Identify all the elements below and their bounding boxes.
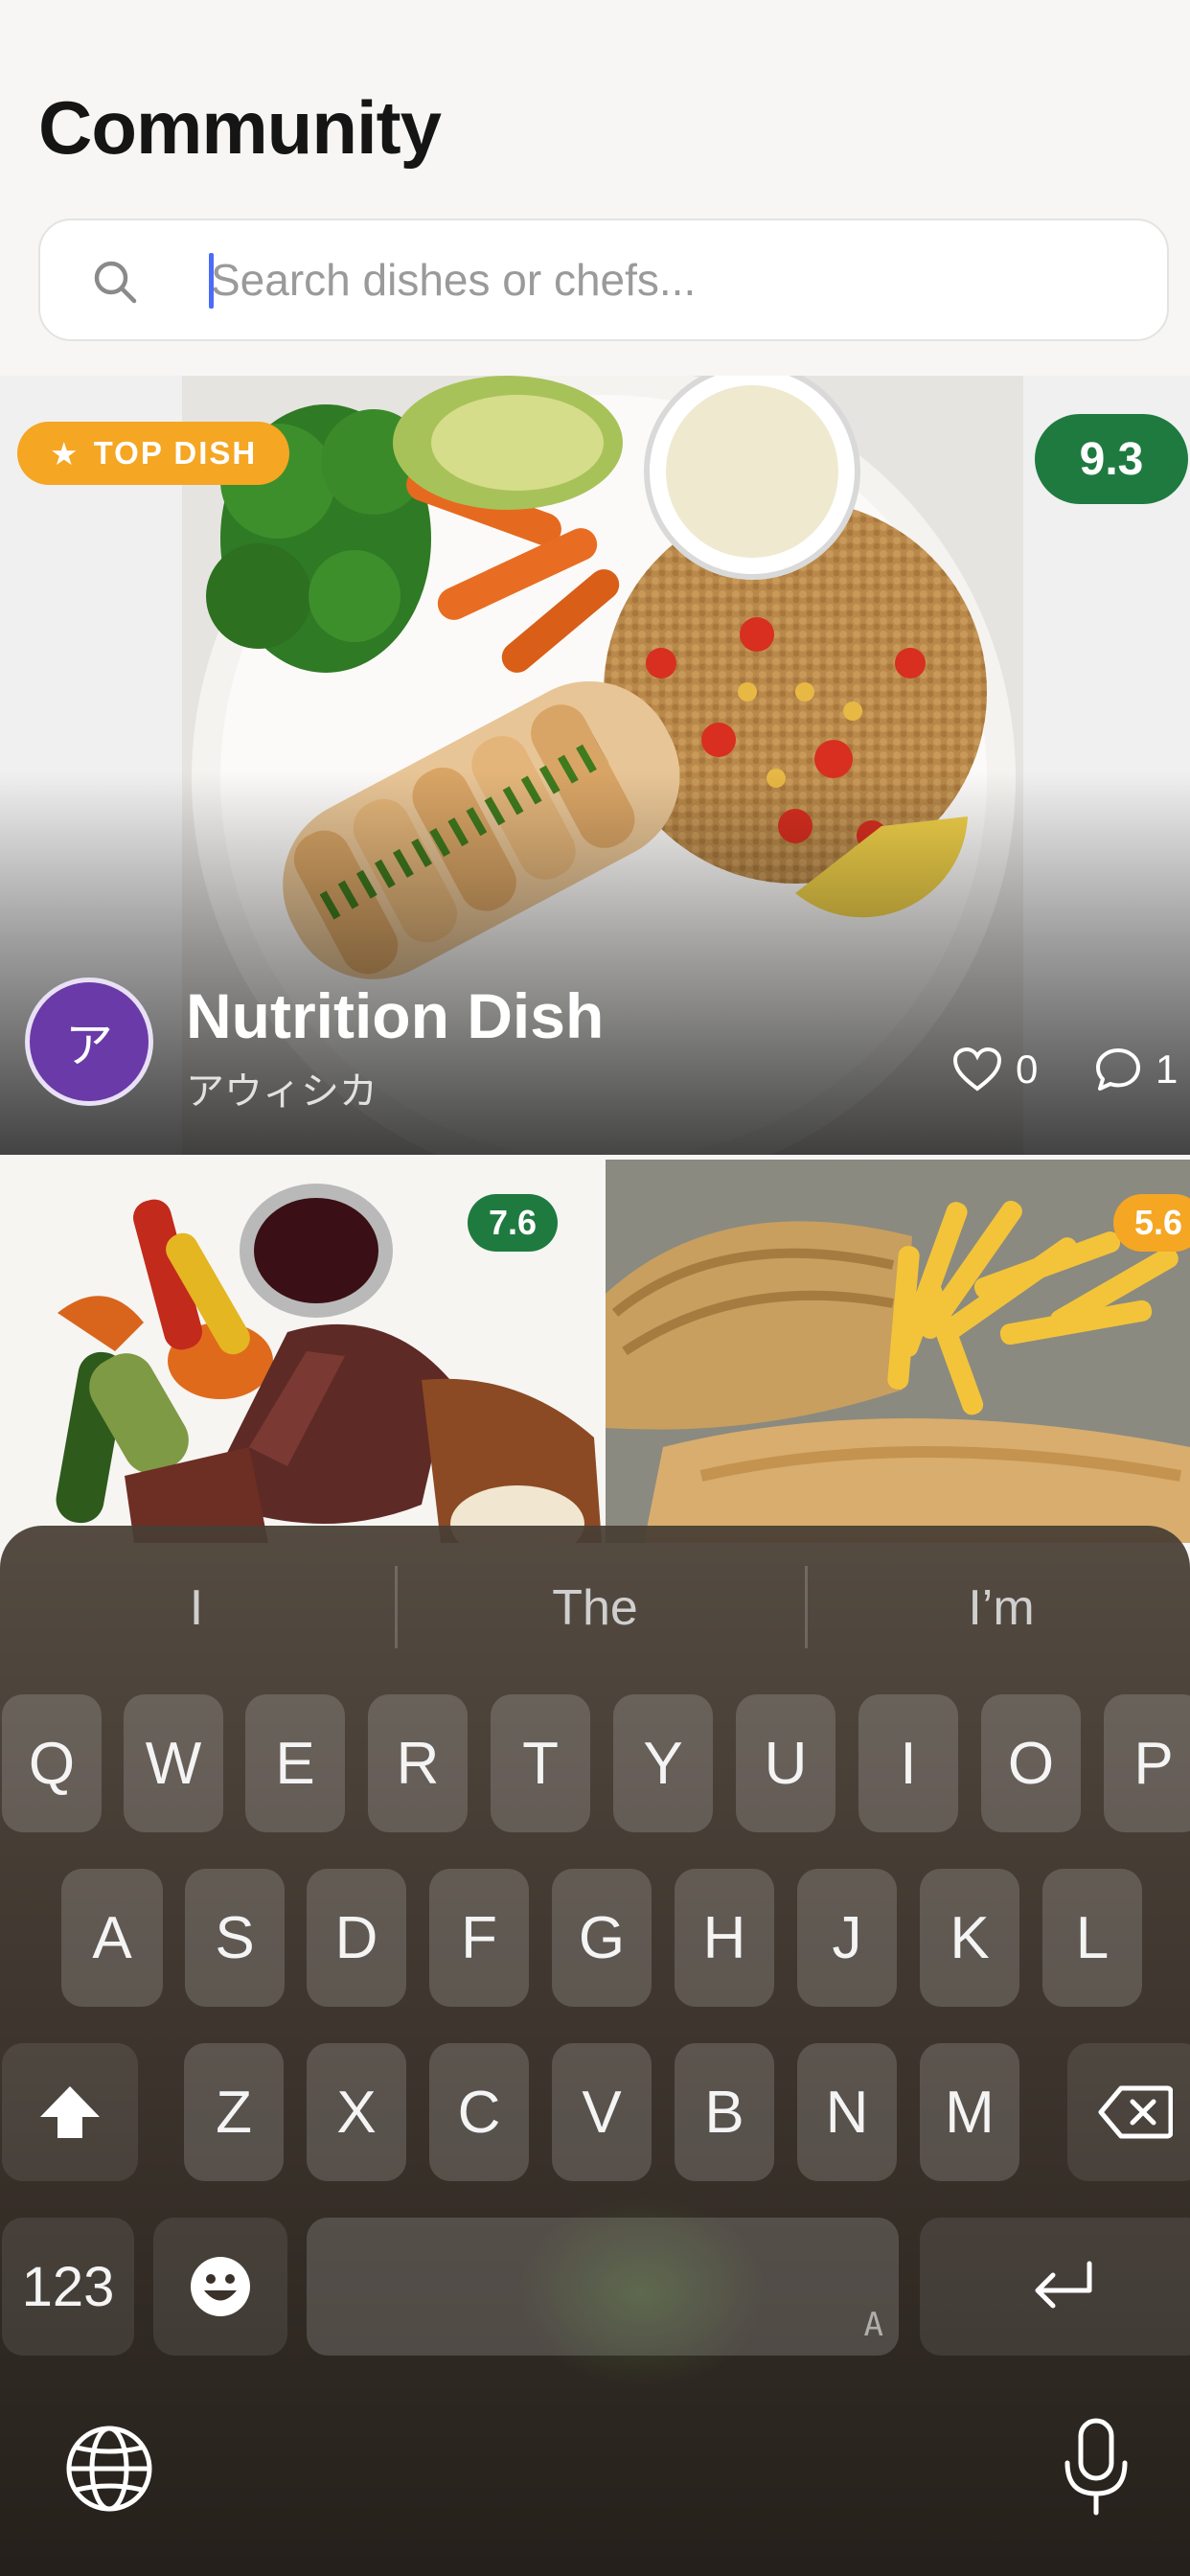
search-input[interactable] <box>211 220 1131 339</box>
key-k[interactable]: K <box>920 1869 1019 2007</box>
page-title: Community <box>38 85 442 170</box>
emoji-icon <box>191 2257 250 2316</box>
key-s[interactable]: S <box>185 1869 285 2007</box>
image-gradient-overlay <box>0 771 1190 1155</box>
numbers-key[interactable]: 123 <box>2 2218 134 2356</box>
suggestion-divider <box>395 1566 398 1648</box>
suggestion-3[interactable]: I’m <box>805 1560 1190 1656</box>
key-w[interactable]: W <box>124 1694 223 1832</box>
avatar[interactable]: ア <box>25 978 153 1106</box>
sandwich-dish-image <box>606 1160 1190 1543</box>
key-v[interactable]: V <box>552 2043 652 2181</box>
shift-icon <box>40 2086 100 2138</box>
key-c[interactable]: C <box>429 2043 529 2181</box>
key-r[interactable]: R <box>368 1694 468 1832</box>
dish-grid: 7.6 5.6 <box>0 1160 1190 1543</box>
key-e[interactable]: E <box>245 1694 345 1832</box>
key-y[interactable]: Y <box>613 1694 713 1832</box>
return-key[interactable] <box>920 2218 1190 2356</box>
emoji-key[interactable] <box>153 2218 287 2356</box>
key-p[interactable]: P <box>1104 1694 1190 1832</box>
key-g[interactable]: G <box>552 1869 652 2007</box>
key-f[interactable]: F <box>429 1869 529 2007</box>
microphone-icon <box>1064 2418 1128 2516</box>
comment-count: 1 <box>1156 1046 1179 1092</box>
text-caret <box>209 253 214 309</box>
space-key[interactable]: A <box>307 2218 899 2356</box>
key-h[interactable]: H <box>675 1869 774 2007</box>
key-o[interactable]: O <box>981 1694 1081 1832</box>
rating-badge: 9.3 <box>1035 414 1188 504</box>
search-bar[interactable] <box>38 218 1169 341</box>
comment-button[interactable]: 1 <box>1094 1046 1178 1092</box>
comment-icon <box>1096 1048 1140 1091</box>
key-u[interactable]: U <box>736 1694 835 1832</box>
top-dish-label: TOP DISH <box>93 435 258 471</box>
dictation-button[interactable] <box>1060 2417 1133 2517</box>
dish-card-steak[interactable]: 7.6 <box>0 1160 602 1543</box>
like-button[interactable]: 0 <box>952 1046 1038 1092</box>
heart-icon <box>952 1046 1002 1092</box>
key-d[interactable]: D <box>307 1869 406 2007</box>
key-x[interactable]: X <box>307 2043 406 2181</box>
return-icon <box>1035 2261 1092 2309</box>
key-j[interactable]: J <box>797 1869 897 2007</box>
search-icon <box>94 261 137 304</box>
key-z[interactable]: Z <box>184 2043 284 2181</box>
key-n[interactable]: N <box>797 2043 897 2181</box>
chef-name[interactable]: アウィシカ <box>186 1060 378 1116</box>
star-icon: ★ <box>50 435 80 472</box>
key-t[interactable]: T <box>491 1694 590 1832</box>
rating-badge: 5.6 <box>1113 1194 1190 1252</box>
key-a[interactable]: A <box>61 1869 163 2007</box>
header: Community <box>0 0 1190 376</box>
suggestion-1[interactable]: I <box>0 1560 393 1656</box>
globe-icon <box>66 2426 152 2512</box>
dish-title[interactable]: Nutrition Dish <box>186 979 604 1052</box>
key-q[interactable]: Q <box>2 1694 102 1832</box>
globe-button[interactable] <box>63 2423 155 2515</box>
dish-card-sandwich[interactable]: 5.6 <box>606 1160 1190 1543</box>
suggestion-2[interactable]: The <box>399 1560 791 1656</box>
top-dish-badge: ★ TOP DISH <box>17 422 290 485</box>
delete-key[interactable] <box>1067 2043 1190 2181</box>
key-m[interactable]: M <box>920 2043 1019 2181</box>
space-language-hint: A <box>863 2306 883 2344</box>
backspace-icon <box>1098 2085 1173 2139</box>
rating-badge: 7.6 <box>468 1194 559 1252</box>
key-i[interactable]: I <box>858 1694 958 1832</box>
key-b[interactable]: B <box>675 2043 774 2181</box>
like-count: 0 <box>1016 1046 1039 1092</box>
featured-dish-card[interactable]: ★ TOP DISH 9.3 ア Nutrition Dish アウィシカ 0 … <box>0 376 1190 1155</box>
key-l[interactable]: L <box>1042 1869 1142 2007</box>
shift-key[interactable] <box>2 2043 138 2181</box>
on-screen-keyboard: I The I’m Q W E R T Y U I O P A S D F G … <box>0 1526 1190 2576</box>
